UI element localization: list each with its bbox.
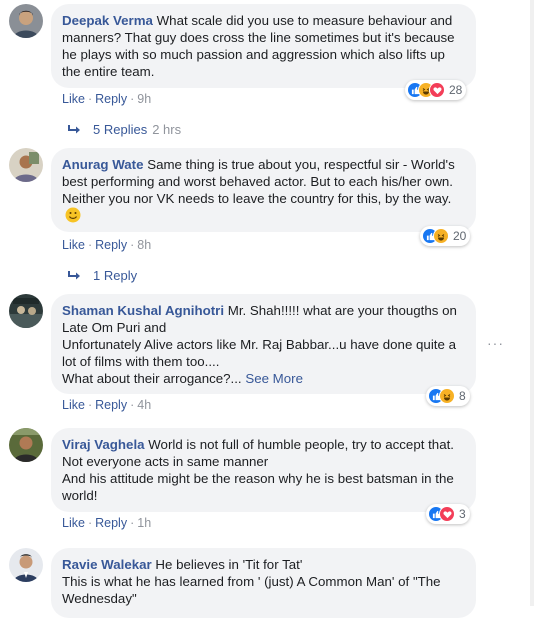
reaction-count: 20 xyxy=(453,229,467,243)
like-link[interactable]: Like xyxy=(62,238,85,252)
replies-label[interactable]: 5 Replies xyxy=(93,122,147,137)
reply-link[interactable]: Reply xyxy=(95,92,127,106)
like-link[interactable]: Like xyxy=(62,92,85,106)
comment-bubble: Shaman Kushal Agnihotri Mr. Shah!!!!! wh… xyxy=(51,294,476,394)
reply-link[interactable]: Reply xyxy=(95,398,127,412)
haha-icon xyxy=(433,228,449,244)
avatar[interactable] xyxy=(9,294,43,328)
comment-actions: Like · Reply · 1h xyxy=(62,516,152,530)
reaction-count: 3 xyxy=(459,507,466,521)
comment-author[interactable]: Deepak Verma xyxy=(62,13,153,28)
comment-bubble: Deepak Verma What scale did you use to m… xyxy=(51,4,476,88)
avatar[interactable] xyxy=(9,548,43,582)
comment-bubble: Ravie Walekar He believes in 'Tit for Ta… xyxy=(51,548,476,618)
comment-author[interactable]: Viraj Vaghela xyxy=(62,437,145,452)
comment-author[interactable]: Shaman Kushal Agnihotri xyxy=(62,303,224,318)
comment-time[interactable]: 1h xyxy=(137,516,151,530)
avatar[interactable] xyxy=(9,4,43,38)
reaction-summary[interactable]: 28 xyxy=(405,80,467,100)
haha-icon xyxy=(439,388,455,404)
reply-arrow-icon xyxy=(68,270,80,279)
comment-time[interactable]: 4h xyxy=(137,398,151,412)
reaction-count: 28 xyxy=(449,83,463,97)
comment-time[interactable]: 9h xyxy=(137,92,151,106)
comment-actions: Like · Reply · 8h xyxy=(62,238,152,252)
love-icon xyxy=(429,82,445,98)
smile-emoji-icon xyxy=(65,207,81,227)
comment-bubble: Viraj Vaghela World is not full of humbl… xyxy=(51,428,476,512)
view-replies-link[interactable]: 1 Reply xyxy=(67,268,137,283)
reply-link[interactable]: Reply xyxy=(95,516,127,530)
more-options-icon[interactable]: ··· xyxy=(487,335,504,351)
see-more-link[interactable]: See More xyxy=(245,371,303,386)
reaction-count: 8 xyxy=(459,389,466,403)
like-link[interactable]: Like xyxy=(62,398,85,412)
comment-bubble: Anurag Wate Same thing is true about you… xyxy=(51,148,476,232)
reaction-summary[interactable]: 8 xyxy=(426,386,470,406)
avatar[interactable] xyxy=(9,148,43,182)
avatar[interactable] xyxy=(9,428,43,462)
reaction-summary[interactable]: 3 xyxy=(426,504,470,524)
comment-actions: Like · Reply · 9h xyxy=(62,92,152,106)
reply-link[interactable]: Reply xyxy=(95,238,127,252)
love-icon xyxy=(439,506,455,522)
comment-time[interactable]: 8h xyxy=(137,238,151,252)
reply-arrow-icon xyxy=(68,124,80,133)
view-replies-link[interactable]: 5 Replies 2 hrs xyxy=(67,122,181,137)
scrollbar[interactable] xyxy=(530,0,534,606)
replies-time: 2 hrs xyxy=(152,122,182,137)
comment-author[interactable]: Anurag Wate xyxy=(62,157,144,172)
comment-actions: Like · Reply · 4h xyxy=(62,398,152,412)
reaction-summary[interactable]: 20 xyxy=(420,226,471,246)
replies-label[interactable]: 1 Reply xyxy=(93,268,137,283)
like-link[interactable]: Like xyxy=(62,516,85,530)
comment-author[interactable]: Ravie Walekar xyxy=(62,557,152,572)
